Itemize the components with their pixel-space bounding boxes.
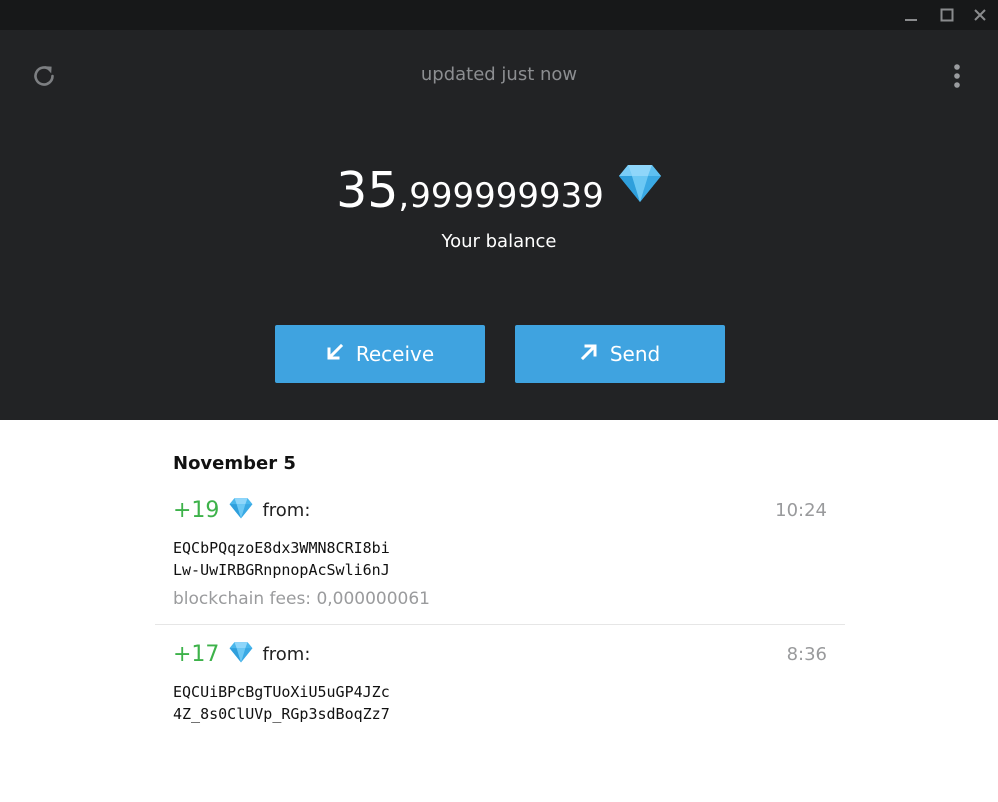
transaction-item[interactable]: +17 from: 8:36 EQCUiBPcBgTUoXiU5uGP4JZc … [155,639,845,749]
arrow-down-left-icon [326,342,344,366]
transaction-amount: +19 [173,497,220,523]
address-line: EQCUiBPcBgTUoXiU5uGP4JZc [173,683,390,701]
balance-fraction: ,999999939 [398,176,604,216]
sync-status: updated just now [420,64,578,85]
send-button-label: Send [609,342,661,366]
date-heading: November 5 [173,453,296,474]
balance-label: Your balance [441,231,557,252]
transaction-address[interactable]: EQCbPQqzoE8dx3WMN8CRI8bi Lw-UwIRBGRnpnop… [173,537,390,581]
receive-button-label: Receive [355,342,435,366]
transaction-time: 8:36 [786,644,827,665]
diamond-icon [618,163,662,207]
transaction-address[interactable]: EQCUiBPcBgTUoXiU5uGP4JZc 4Z_8s0ClUVp_RGp… [173,681,390,725]
close-icon[interactable] [962,0,998,30]
balance-integer: 35 [336,162,399,219]
wallet-header: updated just now 35,999999939 Your balan… [0,30,998,420]
transaction-item[interactable]: +19 from: 10:24 EQCbPQqzoE8dx3WMN8CRI8bi… [155,495,845,625]
transaction-time: 10:24 [775,500,827,521]
maximize-icon[interactable] [929,0,965,30]
transaction-list: November 5 +19 from: 10:24 EQCbPQqzoE8dx… [155,420,845,802]
transaction-fees: blockchain fees: 0,000000061 [173,589,431,609]
transaction-direction: from: [262,643,311,665]
window-titlebar [0,0,998,30]
transaction-amount: +17 [173,641,220,667]
minimize-icon[interactable] [893,0,929,30]
address-line: 4Z_8s0ClUVp_RGp3sdBoqZz7 [173,705,390,723]
receive-button[interactable]: Receive [275,325,485,383]
balance-amount: 35,999999939 [0,162,998,219]
more-vertical-icon[interactable] [940,58,974,94]
divider [155,624,845,625]
diamond-icon [229,497,253,523]
diamond-icon [229,641,253,667]
transaction-amount-line: +17 from: [173,639,310,669]
transaction-direction: from: [262,499,311,521]
send-button[interactable]: Send [515,325,725,383]
transaction-amount-line: +19 from: [173,495,310,525]
arrow-up-right-icon [580,342,598,366]
address-line: Lw-UwIRBGRnpnopAcSwli6nJ [173,561,390,579]
address-line: EQCbPQqzoE8dx3WMN8CRI8bi [173,539,390,557]
